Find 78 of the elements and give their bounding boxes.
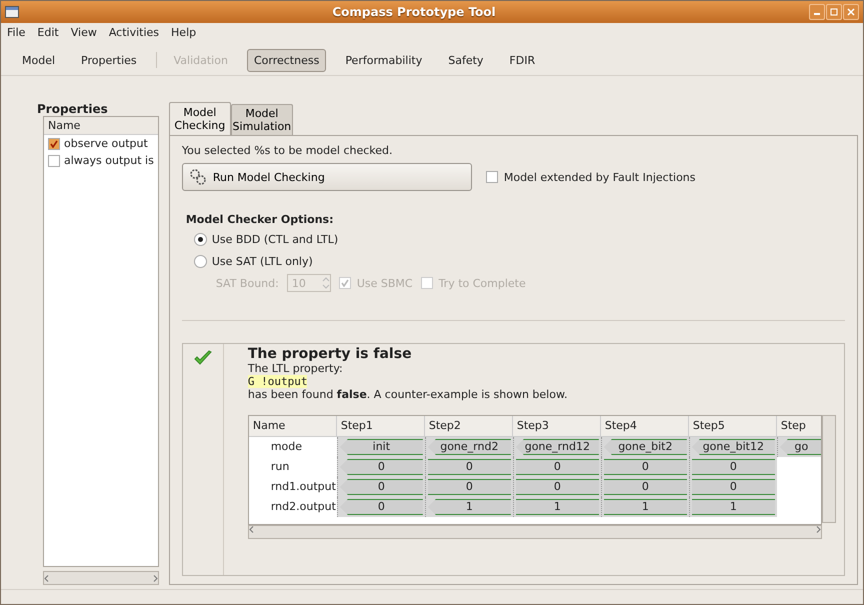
signal-value: 0 xyxy=(692,459,775,475)
column-header: Name xyxy=(44,117,158,135)
checkbox[interactable] xyxy=(48,138,60,150)
signal-value: go xyxy=(780,439,821,455)
signal-value: 0 xyxy=(692,479,775,495)
signal-value: 0 xyxy=(516,479,599,495)
signal-value: 0 xyxy=(604,479,687,495)
signal-value: 0 xyxy=(340,479,423,495)
checkmark-icon xyxy=(340,279,349,287)
radio-label[interactable]: Use SAT (LTL only) xyxy=(212,255,313,268)
options-heading: Model Checker Options: xyxy=(186,213,334,226)
signal-value: 1 xyxy=(516,499,599,515)
signal-value: 1 xyxy=(604,499,687,515)
maximize-icon xyxy=(830,8,838,16)
property-label[interactable]: always output is xyxy=(64,154,154,167)
signal-value: 0 xyxy=(428,459,511,475)
result-title: The property is false xyxy=(248,346,413,362)
perspective-tab[interactable]: Correctness xyxy=(246,48,326,72)
properties-heading: Properties xyxy=(37,102,109,116)
signal-value: gone_rnd2 xyxy=(428,439,511,455)
intro-text: You selected %s to be model checked. xyxy=(182,144,394,157)
signal-value: gone_rnd12 xyxy=(516,439,599,455)
variable-name: mode xyxy=(270,439,304,455)
fault-injection-checkbox[interactable]: Model extended by Fault Injections xyxy=(486,170,696,184)
signal-value: 0 xyxy=(340,499,423,515)
variable-name: rnd1.output xyxy=(270,479,337,495)
tab[interactable]: Model Simulation xyxy=(230,104,293,135)
perspective-tab[interactable]: Performability xyxy=(338,48,430,72)
menu-item[interactable]: Help xyxy=(171,26,196,42)
tab[interactable]: Model Checking xyxy=(168,102,231,135)
checkbox[interactable] xyxy=(48,154,60,166)
result-text: The LTL property: xyxy=(248,362,344,375)
column-header[interactable]: Step3 xyxy=(512,416,601,436)
window-title: Compass Prototype Tool xyxy=(331,5,497,19)
checkmark-icon xyxy=(50,140,58,148)
signal-value: 0 xyxy=(516,459,599,475)
radio-button[interactable] xyxy=(194,233,207,246)
maximize-button[interactable] xyxy=(826,4,842,20)
checkmark-icon xyxy=(194,350,212,366)
sat-bound-label: SAT Bound: xyxy=(216,276,279,290)
horizontal-scrollbar[interactable] xyxy=(248,525,822,539)
perspective-tab[interactable]: Properties xyxy=(74,48,144,72)
minimize-button[interactable] xyxy=(809,4,825,20)
variable-name: rnd2.output xyxy=(270,499,337,515)
column-header[interactable]: Step2 xyxy=(424,416,513,436)
perspective-tab[interactable]: FDIR xyxy=(502,48,542,72)
signal-value: 0 xyxy=(428,479,511,495)
signal-value: gone_bit12 xyxy=(692,439,775,455)
spinner-arrows-icon[interactable] xyxy=(322,275,330,291)
signal-value: 1 xyxy=(428,499,511,515)
property-label[interactable]: observe output xyxy=(64,137,148,150)
signal-value: 1 xyxy=(692,499,775,515)
gears-icon xyxy=(188,168,207,186)
signal-value: 0 xyxy=(340,459,423,475)
formula-text: G !output xyxy=(248,375,308,388)
result-text: has been found false. A counter-example is shown below. xyxy=(248,388,568,401)
perspective-tab[interactable]: Safety xyxy=(441,48,490,72)
horizontal-scrollbar[interactable] xyxy=(43,571,159,585)
signal-value: gone_bit2 xyxy=(604,439,687,455)
window-icon xyxy=(5,6,19,18)
column-header[interactable]: Step4 xyxy=(600,416,689,436)
menu-item[interactable]: File xyxy=(7,26,26,42)
menu-item[interactable]: View xyxy=(70,26,97,42)
menu-item[interactable]: Activities xyxy=(108,26,160,42)
column-header[interactable]: Name xyxy=(248,416,337,436)
close-button[interactable] xyxy=(843,4,859,20)
signal-value: 0 xyxy=(604,459,687,475)
variable-name: run xyxy=(270,459,290,475)
column-header[interactable]: Step1 xyxy=(336,416,425,436)
vertical-scrollbar[interactable] xyxy=(822,415,836,523)
menu-item[interactable]: Edit xyxy=(37,26,59,42)
run-button[interactable]: Run Model Checking xyxy=(182,163,472,191)
column-header[interactable]: Step5 xyxy=(688,416,777,436)
radio-button[interactable] xyxy=(194,255,207,268)
signal-value: init xyxy=(340,439,423,455)
perspective-tab[interactable]: Model xyxy=(15,48,62,72)
close-icon xyxy=(847,8,855,16)
radio-label[interactable]: Use BDD (CTL and LTL) xyxy=(212,233,338,246)
